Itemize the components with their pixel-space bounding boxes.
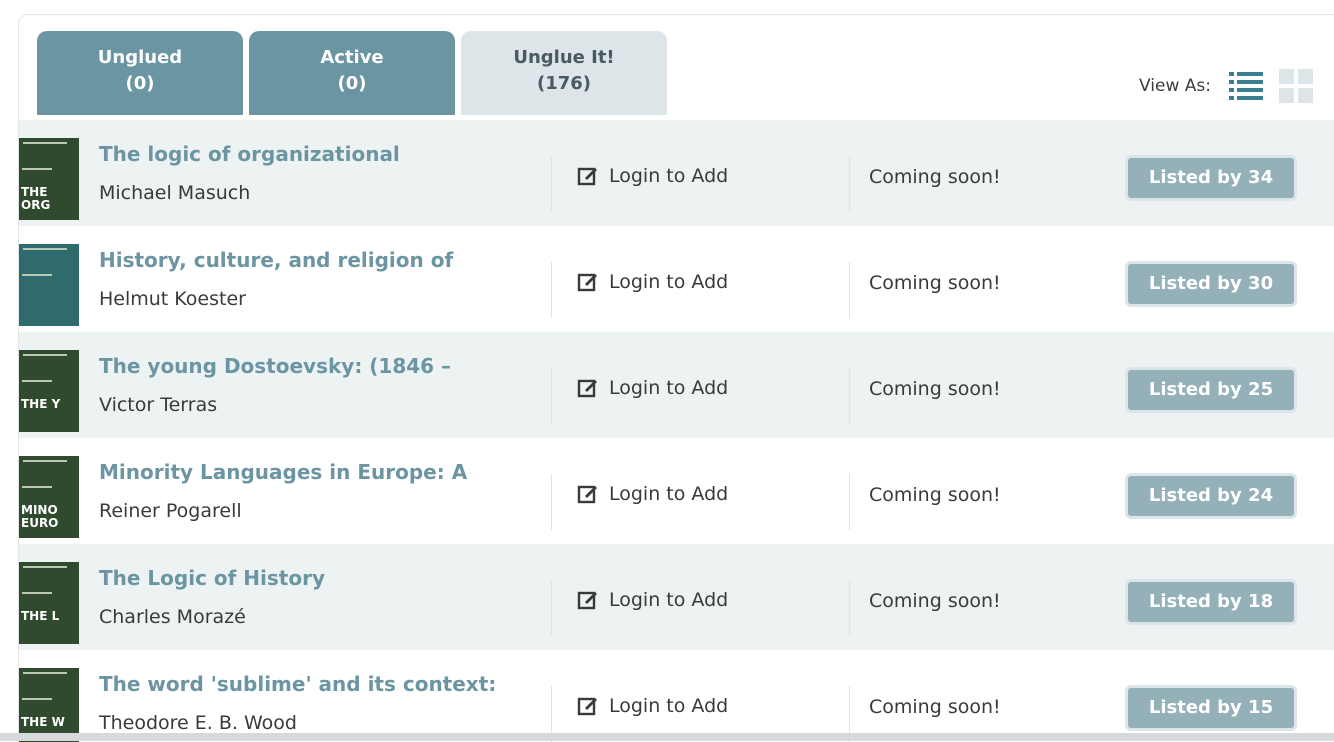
login-to-add-button[interactable]: Login to Add [577,483,728,505]
grid-view-icon[interactable] [1279,69,1313,103]
login-to-add-label: Login to Add [609,271,729,293]
library-panel: Unglued (0) Active (0) Unglue It! (176) … [18,14,1334,742]
edit-icon [577,273,597,292]
listed-by-button[interactable]: Listed by 24 [1125,473,1297,519]
status-text: Coming soon! [869,484,1001,506]
status-text: Coming soon! [869,590,1001,612]
tab-unglued[interactable]: Unglued (0) [37,31,243,115]
tab-active-label: Active [320,47,384,68]
login-to-add-button[interactable]: Login to Add [577,695,728,717]
status-text: Coming soon! [869,166,1001,188]
horizontal-scrollbar[interactable] [0,733,1334,741]
tab-unglue-it-label: Unglue It! [513,47,615,68]
book-row: THE Y The young Dostoevsky: (1846 – Vict… [19,332,1334,438]
login-to-add-button[interactable]: Login to Add [577,589,728,611]
listed-by-button[interactable]: Listed by 25 [1125,367,1297,413]
book-author: Victor Terras [99,394,218,416]
tab-active-count: (0) [337,73,367,94]
column-divider [849,156,850,212]
edit-icon [577,697,597,716]
edit-icon [577,167,597,186]
listed-by-button[interactable]: Listed by 30 [1125,261,1297,307]
column-divider [551,580,552,636]
book-title[interactable]: The word 'sublime' and its context: [99,672,539,696]
login-to-add-label: Login to Add [609,377,729,399]
tab-unglue-it-count: (176) [536,73,592,94]
book-author: Theodore E. B. Wood [99,712,297,734]
book-row: History, culture, and religion of Helmut… [19,226,1334,332]
edit-icon [577,379,597,398]
column-divider [849,262,850,318]
book-row: THE L The Logic of History Charles Moraz… [19,544,1334,650]
book-cover[interactable] [19,244,79,326]
edit-icon [577,591,597,610]
tab-bar: Unglued (0) Active (0) Unglue It! (176) … [37,31,1334,136]
column-divider [551,474,552,530]
login-to-add-button[interactable]: Login to Add [577,271,728,293]
login-to-add-label: Login to Add [609,695,729,717]
book-title[interactable]: The Logic of History [99,566,539,590]
listed-by-button[interactable]: Listed by 18 [1125,579,1297,625]
column-divider [849,368,850,424]
column-divider [551,156,552,212]
column-divider [849,474,850,530]
book-cover[interactable]: THE W [19,668,79,742]
book-row: MINO EURO Minority Languages in Europe: A… [19,438,1334,544]
listed-by-button[interactable]: Listed by 34 [1125,155,1297,201]
book-author: Michael Masuch [99,182,251,204]
login-to-add-label: Login to Add [609,589,729,611]
column-divider [849,580,850,636]
book-cover[interactable]: THE ORG [19,138,79,220]
view-as-label: View As: [1139,76,1211,96]
status-text: Coming soon! [869,378,1001,400]
book-title[interactable]: Minority Languages in Europe: A [99,460,539,484]
status-text: Coming soon! [869,272,1001,294]
view-as-controls: View As: [1139,69,1313,103]
list-view-icon[interactable] [1229,69,1263,103]
login-to-add-label: Login to Add [609,483,729,505]
book-title[interactable]: The logic of organizational [99,142,539,166]
tab-active[interactable]: Active (0) [249,31,455,115]
book-row: THE W The word 'sublime' and its context… [19,650,1334,742]
book-title[interactable]: The young Dostoevsky: (1846 – [99,354,539,378]
login-to-add-label: Login to Add [609,165,729,187]
book-title[interactable]: History, culture, and religion of [99,248,539,272]
login-to-add-button[interactable]: Login to Add [577,165,728,187]
book-cover[interactable]: MINO EURO [19,456,79,538]
tab-unglue-it[interactable]: Unglue It! (176) [461,31,667,115]
book-cover[interactable]: THE Y [19,350,79,432]
listed-by-button[interactable]: Listed by 15 [1125,685,1297,731]
book-author: Helmut Koester [99,288,246,310]
book-author: Reiner Pogarell [99,500,242,522]
tab-unglued-label: Unglued [97,47,183,68]
status-text: Coming soon! [869,696,1001,718]
book-list: THE ORG The logic of organizational Micha… [19,120,1334,742]
login-to-add-button[interactable]: Login to Add [577,377,728,399]
edit-icon [577,485,597,504]
book-author: Charles Morazé [99,606,246,628]
book-row: THE ORG The logic of organizational Micha… [19,120,1334,226]
tab-unglued-count: (0) [125,73,155,94]
book-cover[interactable]: THE L [19,562,79,644]
column-divider [551,262,552,318]
column-divider [551,368,552,424]
